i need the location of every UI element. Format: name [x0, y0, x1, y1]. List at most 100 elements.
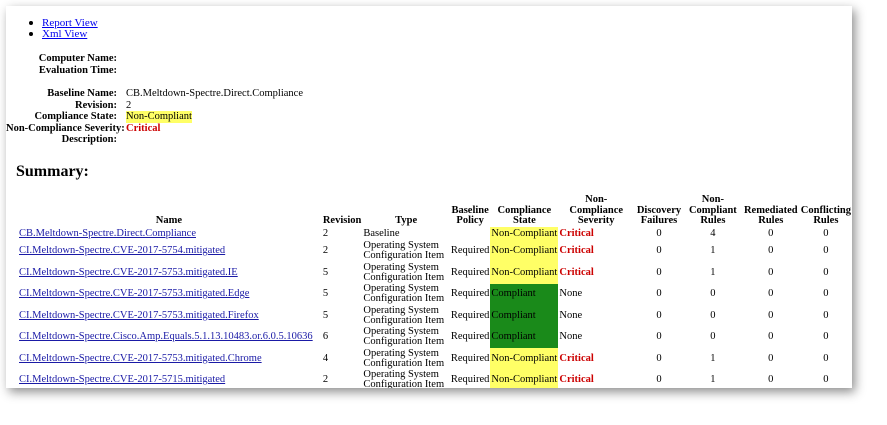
- row-type: Operating System Configuration Item: [363, 347, 445, 369]
- row-remediated-rules: 0: [768, 227, 774, 239]
- row-type: Operating System Configuration Item: [363, 261, 445, 283]
- header-compliance-state: Compliance State: [497, 204, 552, 226]
- row-name-link[interactable]: CI.Meltdown-Spectre.CVE-2017-5753.mitiga…: [19, 310, 259, 321]
- row-remediated-rules: 0: [768, 331, 774, 343]
- row-severity: Critical: [559, 245, 594, 257]
- row-discovery-failures: 0: [656, 331, 662, 343]
- table-row: CI.Meltdown-Spectre.CVE-2017-5753.mitiga…: [16, 262, 852, 284]
- row-compliance-state: Compliant: [490, 283, 559, 305]
- header-severity: Non-Compliance Severity: [569, 194, 624, 226]
- table-row: CI.Meltdown-Spectre.CVE-2017-5753.mitiga…: [16, 348, 852, 370]
- row-policy: Required: [450, 245, 490, 257]
- row-name-link[interactable]: CI.Meltdown-Spectre.CVE-2017-5753.mitiga…: [19, 353, 262, 364]
- row-conflicting-rules: 0: [823, 288, 829, 300]
- baseline-name-value: CB.Meltdown-Spectre.Direct.Compliance: [126, 88, 303, 99]
- row-severity: None: [559, 309, 583, 321]
- row-severity: None: [559, 331, 583, 343]
- row-revision: 2: [322, 227, 329, 239]
- severity-value: Critical: [126, 122, 161, 134]
- row-compliance-state: Non-Compliant: [490, 348, 559, 370]
- row-compliance-state: Non-Compliant: [490, 226, 559, 241]
- row-revision: 5: [322, 266, 329, 278]
- row-remediated-rules: 0: [768, 245, 774, 257]
- table-row: CI.Meltdown-Spectre.CVE-2017-5754.mitiga…: [16, 240, 852, 262]
- row-revision: 5: [322, 288, 329, 300]
- row-noncompliant-rules: 1: [710, 245, 716, 257]
- compliance-report-page: Report View Xml View Computer Name: Eval…: [6, 6, 852, 388]
- row-conflicting-rules: 0: [823, 227, 829, 239]
- row-name-link[interactable]: CB.Meltdown-Spectre.Direct.Compliance: [19, 228, 196, 239]
- row-conflicting-rules: 0: [823, 309, 829, 321]
- baseline-info: Baseline Name: CB.Meltdown-Spectre.Direct…: [6, 88, 303, 146]
- revision-label: Revision:: [75, 99, 117, 111]
- row-discovery-failures: 0: [656, 245, 662, 257]
- table-row: CI.Meltdown-Spectre.Cisco.Amp.Equals.5.1…: [16, 326, 852, 348]
- row-severity: Critical: [559, 227, 594, 239]
- header-discovery-failures: Discovery Failures: [636, 204, 682, 226]
- header-baseline-policy: Baseline Policy: [451, 204, 489, 226]
- row-policy: Required: [450, 309, 490, 321]
- row-revision: 6: [322, 331, 329, 343]
- table-row: CI.Meltdown-Spectre.CVE-2017-5715.mitiga…: [16, 369, 852, 388]
- row-revision: 4: [322, 352, 329, 364]
- view-link-item: Xml View: [26, 29, 98, 40]
- row-noncompliant-rules: 1: [710, 374, 716, 386]
- row-noncompliant-rules: 0: [710, 309, 716, 321]
- row-compliance-state: Non-Compliant: [490, 262, 559, 284]
- revision-value: 2: [126, 99, 132, 111]
- baseline-name-label: Baseline Name:: [47, 88, 117, 99]
- row-conflicting-rules: 0: [823, 374, 829, 386]
- row-name-link[interactable]: CI.Meltdown-Spectre.CVE-2017-5715.mitiga…: [19, 374, 225, 386]
- row-noncompliant-rules: 0: [710, 288, 716, 300]
- severity-label: Non-Compliance Severity:: [6, 122, 125, 134]
- row-revision: 2: [322, 245, 329, 257]
- row-discovery-failures: 0: [656, 288, 662, 300]
- computer-name-label: Computer Name:: [38, 53, 117, 64]
- summary-header-row: Name Revision Type Baseline Policy Compl…: [16, 194, 852, 227]
- row-name-link[interactable]: CI.Meltdown-Spectre.CVE-2017-5754.mitiga…: [19, 245, 225, 257]
- row-compliance-state: Compliant: [490, 326, 559, 348]
- row-severity: None: [559, 288, 583, 300]
- row-conflicting-rules: 0: [823, 331, 829, 343]
- row-conflicting-rules: 0: [823, 352, 829, 364]
- row-discovery-failures: 0: [656, 309, 662, 321]
- header-name: Name: [155, 215, 183, 226]
- table-row: CB.Meltdown-Spectre.Direct.Compliance 2 …: [16, 226, 852, 241]
- description-label: Description:: [61, 134, 117, 145]
- row-policy: Required: [450, 352, 490, 364]
- row-type: Operating System Configuration Item: [363, 326, 445, 348]
- xml-view-link[interactable]: Xml View: [42, 28, 87, 40]
- row-conflicting-rules: 0: [823, 266, 829, 278]
- header-noncompliant-rules: Non-Compliant Rules: [688, 194, 737, 226]
- row-name-link[interactable]: CI.Meltdown-Spectre.Cisco.Amp.Equals.5.1…: [19, 331, 313, 343]
- row-policy: Required: [450, 266, 490, 278]
- row-policy: Required: [450, 331, 490, 343]
- row-severity: Critical: [559, 374, 594, 386]
- row-noncompliant-rules: 1: [710, 266, 716, 278]
- table-row: CI.Meltdown-Spectre.CVE-2017-5753.mitiga…: [16, 305, 852, 327]
- row-noncompliant-rules: 4: [710, 227, 716, 239]
- header-type: Type: [395, 215, 418, 226]
- view-links: Report View Xml View: [26, 18, 98, 40]
- row-conflicting-rules: 0: [823, 245, 829, 257]
- row-name-link[interactable]: CI.Meltdown-Spectre.CVE-2017-5753.mitiga…: [19, 288, 249, 300]
- row-discovery-failures: 0: [656, 374, 662, 386]
- row-compliance-state: Non-Compliant: [490, 240, 559, 262]
- header-conflicting-rules: Conflicting Rules: [800, 204, 851, 226]
- row-policy: [450, 227, 491, 241]
- row-noncompliant-rules: 0: [710, 331, 716, 343]
- row-name-link[interactable]: CI.Meltdown-Spectre.CVE-2017-5753.mitiga…: [19, 267, 238, 278]
- row-type: Operating System Configuration Item: [363, 369, 445, 388]
- summary-table: Name Revision Type Baseline Policy Compl…: [16, 194, 852, 388]
- header-revision: Revision: [322, 215, 362, 226]
- row-type: Baseline: [363, 227, 400, 239]
- computer-info: Computer Name: Evaluation Time:: [6, 53, 126, 76]
- row-noncompliant-rules: 1: [710, 352, 716, 364]
- table-row: CI.Meltdown-Spectre.CVE-2017-5753.mitiga…: [16, 283, 852, 305]
- compliance-state-label: Compliance State:: [34, 111, 117, 122]
- evaluation-time-label: Evaluation Time:: [38, 64, 117, 76]
- row-remediated-rules: 0: [768, 374, 774, 386]
- row-discovery-failures: 0: [656, 266, 662, 278]
- row-revision: 2: [322, 374, 329, 386]
- compliance-state-value: Non-Compliant: [126, 111, 192, 123]
